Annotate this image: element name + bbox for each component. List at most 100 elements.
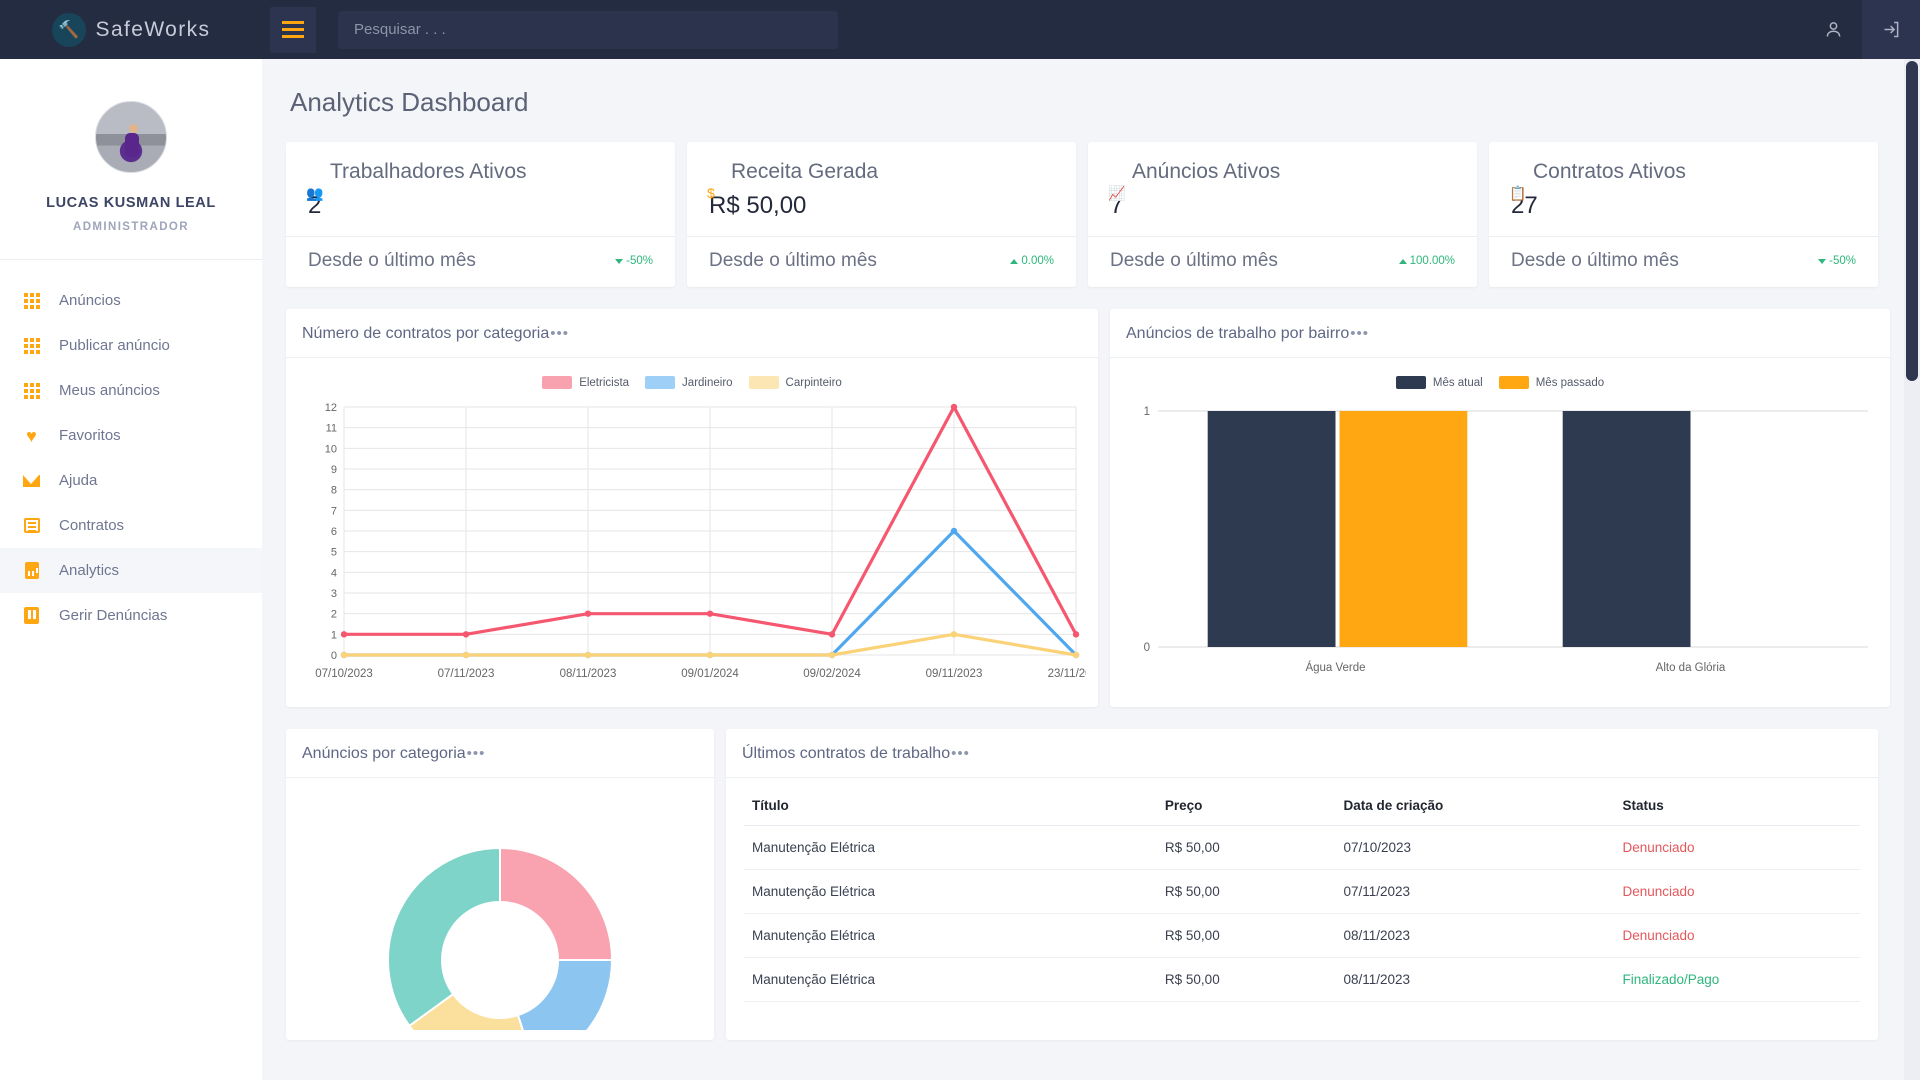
legend-label: Mês passado [1535, 376, 1605, 389]
delta-value: 0.00% [1021, 255, 1054, 267]
stat-card-footer: Desde o último mês [1511, 250, 1679, 271]
table-row[interactable]: Manutenção Elétrica R$ 50,00 08/11/2023 Den… [744, 913, 1860, 958]
sidebar-item-publicar-anuncio[interactable]: Publicar anúncio [0, 323, 262, 368]
sidebar-item-contratos[interactable]: Contratos [0, 503, 262, 548]
sidebar-nav: Anúncios Publicar anúncio Meus anúncios … [0, 260, 262, 638]
donut-chart [387, 846, 614, 1030]
svg-text:Água Verde: Água Verde [1305, 661, 1365, 674]
svg-text:11: 11 [326, 423, 337, 435]
legend-swatch [1498, 376, 1529, 389]
logout-icon[interactable] [1862, 0, 1920, 59]
svg-text:7: 7 [331, 505, 337, 517]
legend-item[interactable]: Carpinteiro [748, 376, 842, 389]
mail-icon [22, 471, 41, 490]
sidebar-item-favoritos[interactable]: ♥ Favoritos [0, 413, 262, 458]
clipboard-icon: 📋 [1509, 185, 1527, 201]
caret-down-icon [1818, 258, 1827, 264]
cell-preco: R$ 50,00 [1156, 869, 1336, 914]
svg-text:4: 4 [331, 567, 337, 579]
legend-item[interactable]: Mês passado [1498, 376, 1605, 389]
table-row[interactable]: Manutenção Elétrica R$ 50,00 07/10/2023 Den… [744, 825, 1860, 870]
bar-chart: 0 1 Água Verde Alto da Glória [1144, 406, 1868, 674]
profile-name: LUCAS KUSMAN LEAL [46, 195, 216, 211]
panel-anuncios-por-categoria: Anúncios por categoria ••• [286, 729, 714, 1040]
hamburger-icon[interactable] [270, 6, 316, 53]
panel-title: Número de contratos por categoria ••• [286, 309, 1098, 358]
column-header-preco: Preço [1156, 788, 1336, 826]
hammer-icon: 🔨 [51, 12, 86, 47]
user-icon[interactable] [1804, 0, 1862, 59]
svg-text:5: 5 [331, 547, 337, 559]
stat-card-contratos-ativos: Contratos Ativos 📋 27 Desde o último mês… [1489, 142, 1878, 287]
stat-card-value: 27 [1511, 192, 1538, 219]
sidebar-item-label: Publicar anúncio [59, 337, 170, 354]
delta-value: 100.00% [1409, 255, 1455, 267]
brand-logo-area[interactable]: 🔨 SafeWorks [0, 0, 262, 59]
avatar [95, 101, 167, 173]
svg-text:0: 0 [1144, 642, 1150, 654]
chart-line-icon: 📈 [1108, 185, 1126, 201]
table-row[interactable]: Manutenção Elétrica R$ 50,00 07/11/2023 Den… [744, 869, 1860, 914]
cell-titulo: Manutenção Elétrica [744, 913, 1157, 958]
stat-card-title: Anúncios Ativos [1132, 160, 1281, 183]
delta-value: -50% [626, 255, 653, 267]
legend-item[interactable]: Eletricista [542, 376, 629, 389]
brand-name: SafeWorks [95, 17, 211, 41]
page-scrollbar[interactable] [1904, 59, 1920, 1080]
stat-card-value: R$ 50,00 [709, 192, 807, 219]
status-badge: -50% [1818, 255, 1856, 267]
panel-menu-icon[interactable]: ••• [1350, 326, 1369, 341]
panel-menu-icon[interactable]: ••• [951, 746, 970, 761]
sidebar-item-anuncios[interactable]: Anúncios [0, 278, 262, 323]
sidebar-item-label: Gerir Denúncias [59, 607, 168, 624]
panel-title: Anúncios por categoria ••• [286, 729, 714, 778]
legend: Mês atual Mês passado [1122, 376, 1878, 389]
heart-icon: ♥ [26, 425, 37, 446]
dollar-icon: $ [707, 185, 715, 201]
legend-item[interactable]: Jardineiro [645, 376, 733, 389]
stat-card-title: Trabalhadores Ativos [330, 160, 527, 183]
report-icon [22, 561, 41, 580]
table-row[interactable]: Manutenção Elétrica R$ 50,00 08/11/2023 Fin… [744, 957, 1860, 1002]
scrollbar-thumb[interactable] [1906, 61, 1918, 381]
panel-menu-icon[interactable]: ••• [467, 746, 486, 761]
column-header-status: Status [1614, 788, 1860, 826]
panel-anuncios-por-bairro: Anúncios de trabalho por bairro ••• Mês … [1110, 309, 1890, 707]
column-header-data: Data de criação [1335, 788, 1615, 826]
legend: Eletricista Jardineiro Carpinteiro [298, 376, 1086, 389]
svg-text:23/11/2023: 23/11/2023 [1048, 668, 1086, 680]
top-bar: 🔨 SafeWorks [0, 0, 1920, 59]
status-badge: 0.00% [1010, 255, 1054, 267]
svg-text:9: 9 [331, 464, 337, 476]
svg-text:0: 0 [331, 650, 337, 662]
cell-data: 08/11/2023 [1335, 957, 1615, 1002]
main-content: Analytics Dashboard Trabalhadores Ativos… [262, 59, 1902, 1080]
sidebar-item-label: Meus anúncios [59, 382, 160, 399]
stat-card-title: Contratos Ativos [1533, 160, 1686, 183]
list-icon [22, 516, 41, 535]
svg-text:07/11/2023: 07/11/2023 [438, 668, 495, 680]
sidebar-item-ajuda[interactable]: Ajuda [0, 458, 262, 503]
search-input[interactable] [338, 10, 838, 49]
legend-item[interactable]: Mês atual [1395, 376, 1483, 389]
legend-swatch [748, 376, 779, 389]
legend-swatch [645, 376, 676, 389]
cell-titulo: Manutenção Elétrica [744, 957, 1157, 1002]
sidebar-item-analytics[interactable]: Analytics [0, 548, 262, 593]
sidebar-profile: LUCAS KUSMAN LEAL ADMINISTRADOR [0, 59, 262, 260]
sidebar-item-label: Anúncios [59, 292, 121, 309]
cell-data: 08/11/2023 [1335, 913, 1615, 958]
line-chart: 012345678910111207/10/2023 07/11/2023 08/1… [315, 402, 1086, 680]
cell-data: 07/11/2023 [1335, 869, 1615, 914]
svg-text:09/11/2023: 09/11/2023 [926, 668, 983, 680]
svg-text:12: 12 [325, 402, 337, 414]
column-header-titulo: Título [744, 788, 1157, 826]
legend-label: Eletricista [579, 376, 630, 389]
sidebar-item-meus-anuncios[interactable]: Meus anúncios [0, 368, 262, 413]
charts-row: Número de contratos por categoria ••• El… [286, 309, 1890, 707]
svg-text:09/02/2024: 09/02/2024 [803, 668, 861, 680]
sidebar-item-gerir-denuncias[interactable]: Gerir Denúncias [0, 593, 262, 638]
stat-card-title: Receita Gerada [731, 160, 879, 183]
panel-menu-icon[interactable]: ••• [550, 326, 569, 341]
status-badge: 100.00% [1398, 255, 1455, 267]
